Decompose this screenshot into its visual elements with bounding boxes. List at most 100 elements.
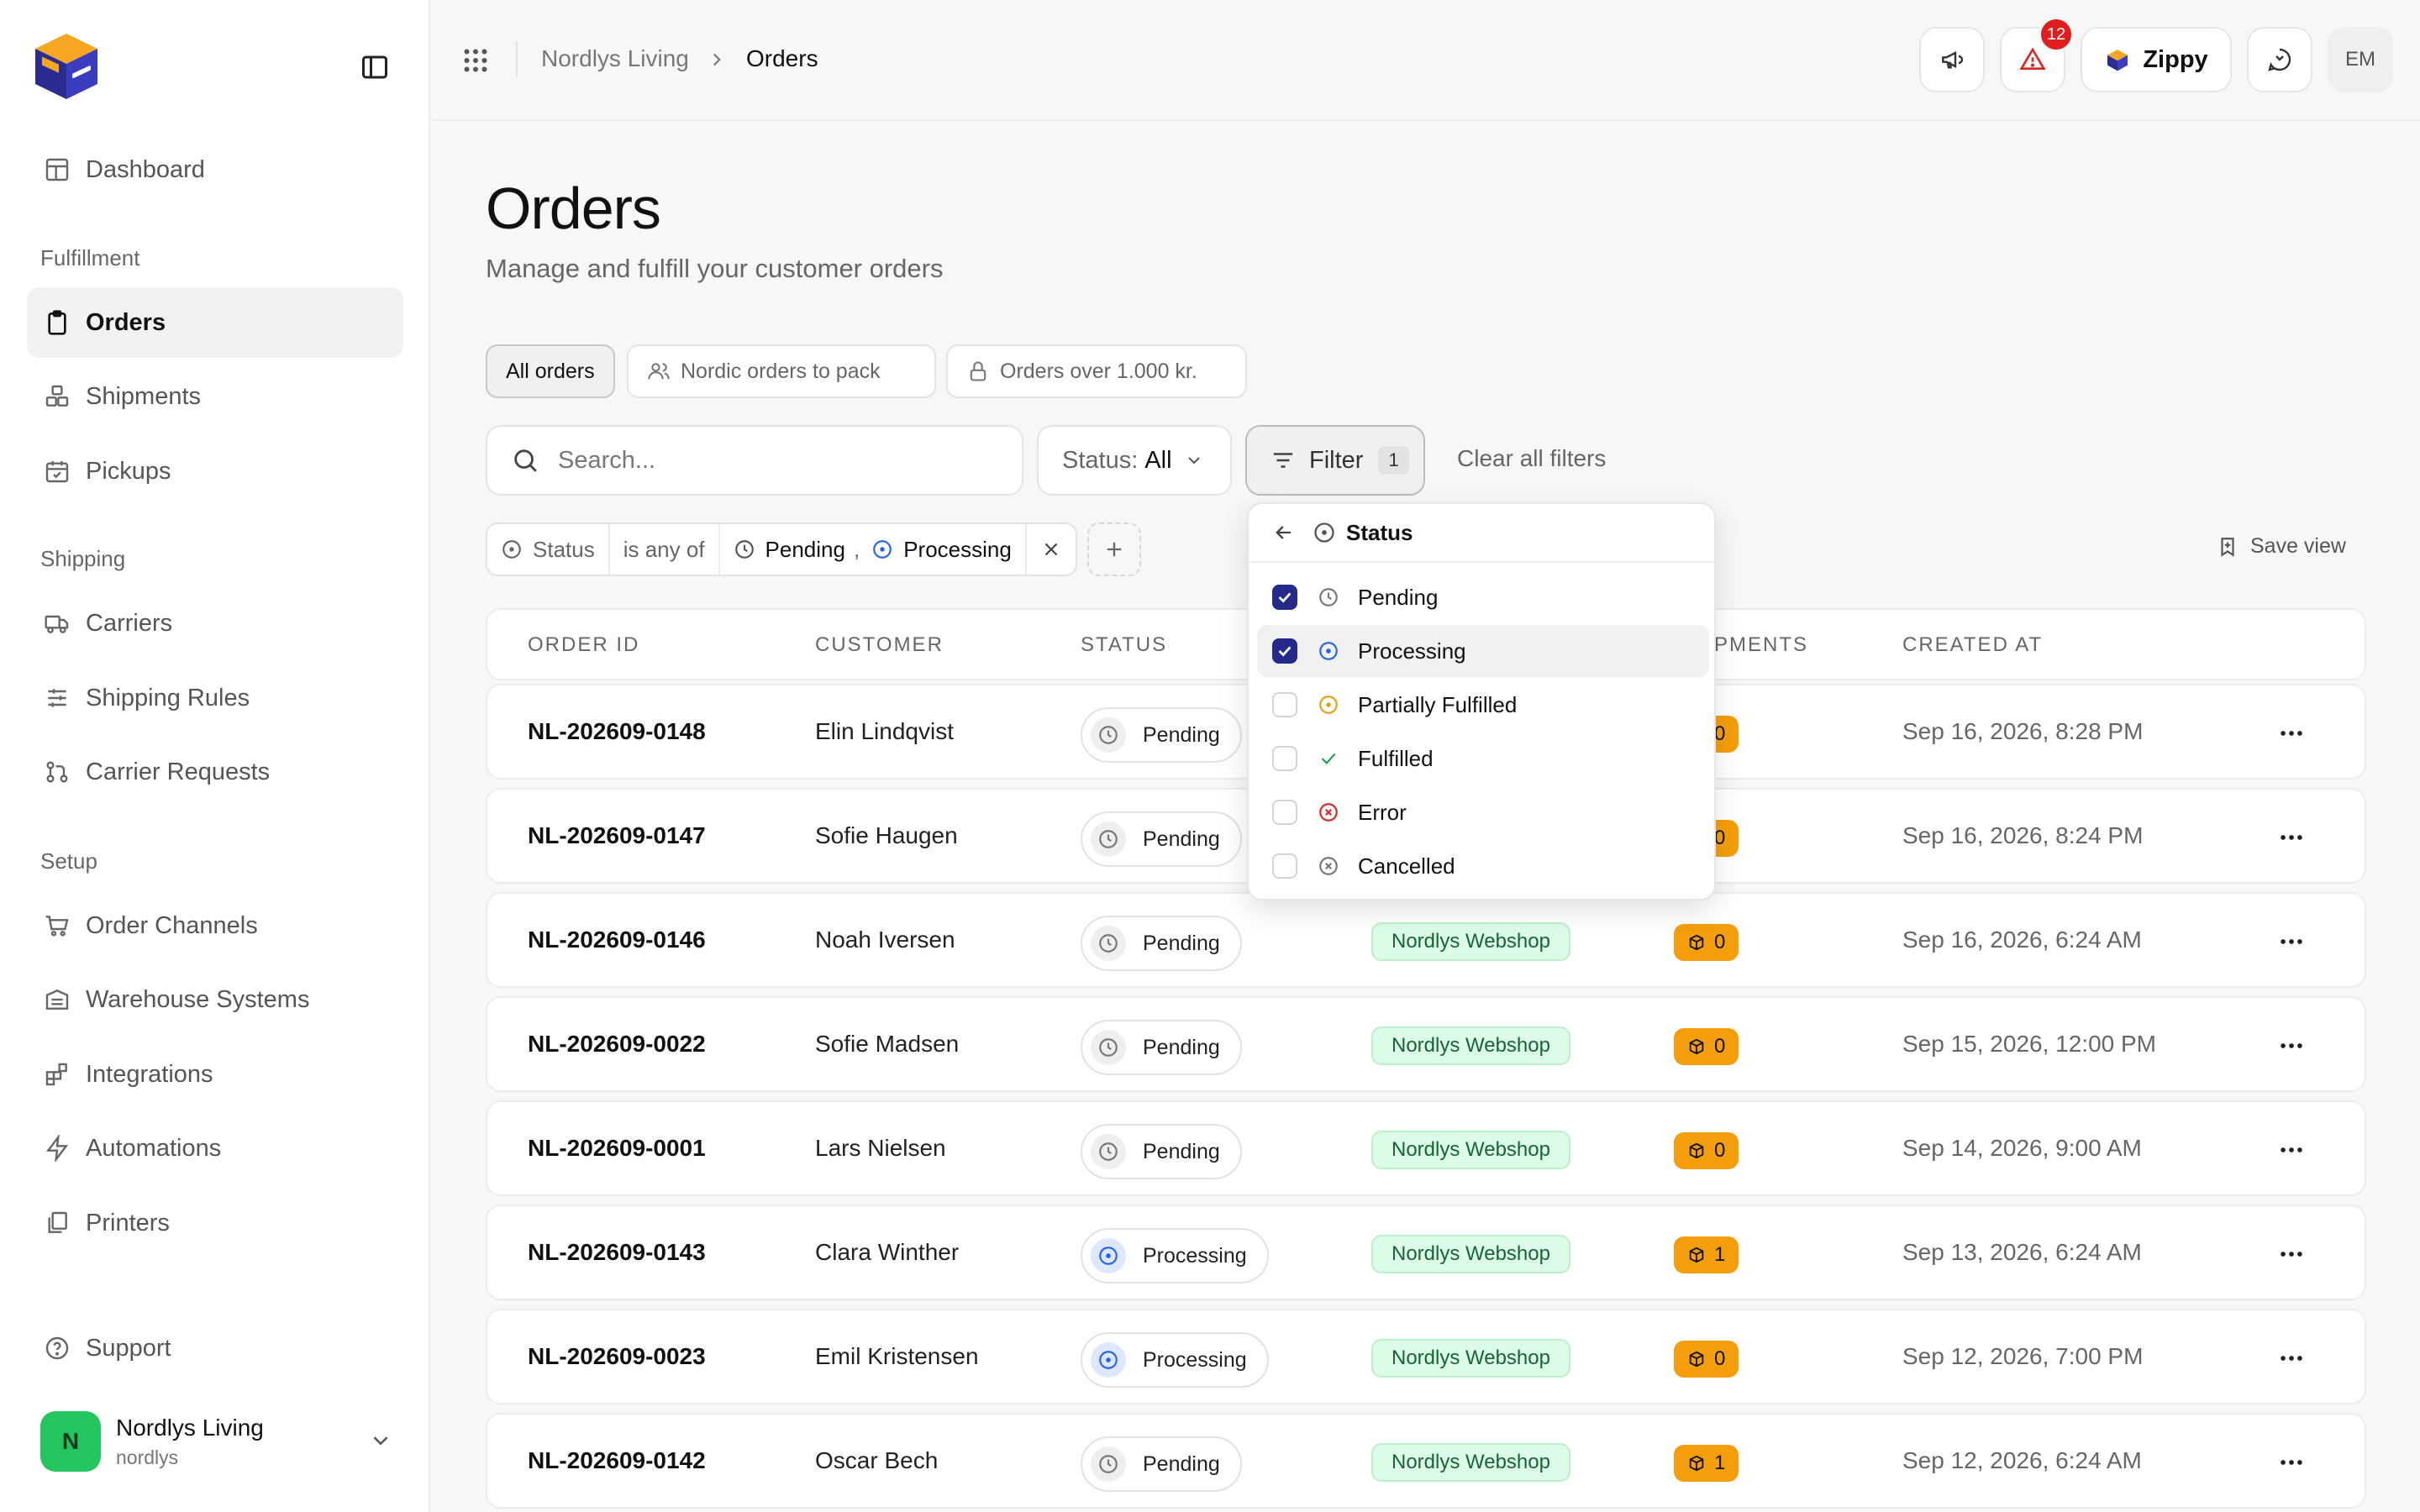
sidebar-item-carriers[interactable]: Carriers: [27, 588, 403, 659]
filter-label: Filter: [1309, 446, 1364, 474]
view-tab-orders-over[interactable]: Orders over 1.000 kr.: [946, 344, 1247, 398]
order-id[interactable]: NL-202609-0143: [528, 1206, 706, 1299]
status-option-partially-fulfilled[interactable]: Partially Fulfilled: [1257, 679, 1709, 731]
package-icon: [1687, 1142, 1706, 1160]
active-filter-chip: Status is any of Pending , Processing: [486, 522, 1077, 576]
apps-grid-icon[interactable]: [460, 45, 491, 76]
sidebar-item-label: Order Channels: [86, 911, 258, 939]
order-id[interactable]: NL-202609-0147: [528, 790, 706, 882]
order-id[interactable]: NL-202609-0022: [528, 998, 706, 1090]
more-options-icon[interactable]: [2277, 1344, 2306, 1373]
shipments-count: 0: [1714, 1347, 1726, 1370]
table-row[interactable]: NL-202609-0142 Oscar Bech Pending Nordly…: [486, 1413, 2366, 1509]
sidebar-item-dashboard[interactable]: Dashboard: [27, 134, 403, 205]
status-option-error[interactable]: Error: [1257, 786, 1709, 838]
table-row[interactable]: NL-202609-0146 Noah Iversen Pending Nord…: [486, 892, 2366, 988]
chat-button[interactable]: [2247, 27, 2312, 92]
save-view-button[interactable]: Save view: [2217, 534, 2346, 559]
view-tab-all-orders[interactable]: All orders: [486, 344, 615, 398]
filter-value-separator: ,: [853, 536, 860, 562]
filter-field[interactable]: Status: [487, 524, 610, 575]
order-id[interactable]: NL-202609-0001: [528, 1102, 706, 1194]
clear-filters-link[interactable]: Clear all filters: [1457, 445, 1606, 472]
view-tab-nordic-orders[interactable]: Nordic orders to pack: [627, 344, 936, 398]
status-badge: Pending: [1081, 916, 1242, 971]
sidebar-item-label: Pickups: [86, 457, 171, 485]
add-filter-button[interactable]: [1087, 522, 1141, 576]
order-id[interactable]: NL-202609-0142: [528, 1415, 706, 1507]
app-logo[interactable]: [29, 29, 104, 104]
more-options-icon[interactable]: [2277, 927, 2306, 956]
status-badge: Processing: [1081, 1228, 1269, 1284]
option-label: Fulfilled: [1358, 745, 1434, 771]
breadcrumb-parent[interactable]: Nordlys Living: [541, 45, 689, 72]
checkbox[interactable]: [1272, 746, 1297, 771]
order-id[interactable]: NL-202609-0146: [528, 894, 706, 986]
sidebar-item-shipments[interactable]: Shipments: [27, 361, 403, 432]
order-id[interactable]: NL-202609-0148: [528, 685, 706, 778]
status-badge: Pending: [1081, 811, 1242, 867]
remove-filter-button[interactable]: [1027, 524, 1076, 575]
sidebar-item-carrier-requests[interactable]: Carrier Requests: [27, 737, 403, 807]
status-option-fulfilled[interactable]: Fulfilled: [1257, 732, 1709, 785]
checkbox[interactable]: [1272, 638, 1297, 664]
status-option-processing[interactable]: Processing: [1257, 625, 1709, 677]
checkbox[interactable]: [1272, 692, 1297, 717]
more-options-icon[interactable]: [2277, 1448, 2306, 1477]
more-options-icon[interactable]: [2277, 823, 2306, 852]
filter-values[interactable]: Pending , Processing: [720, 524, 1027, 575]
table-row[interactable]: NL-202609-0023 Emil Kristensen Processin…: [486, 1309, 2366, 1404]
status-option-pending[interactable]: Pending: [1257, 571, 1709, 623]
search-input[interactable]: [558, 446, 995, 475]
truck-icon: [44, 610, 71, 637]
zippy-assistant-button[interactable]: Zippy: [2081, 27, 2232, 92]
sidebar-item-pickups[interactable]: Pickups: [27, 436, 403, 507]
sidebar-item-orders[interactable]: Orders: [27, 287, 403, 358]
sidebar-item-shipping-rules[interactable]: Shipping Rules: [27, 663, 403, 733]
filter-operator[interactable]: is any of: [610, 524, 720, 575]
search-box[interactable]: [486, 425, 1023, 496]
circle-dot-icon: [1091, 1342, 1126, 1378]
sidebar-toggle-icon[interactable]: [360, 52, 390, 82]
table-row[interactable]: NL-202609-0022 Sofie Madsen Pending Nord…: [486, 996, 2366, 1092]
column-header-shipments[interactable]: PMENTS: [1714, 633, 1808, 657]
order-id[interactable]: NL-202609-0023: [528, 1310, 706, 1403]
x-circle-icon: [1318, 855, 1339, 877]
view-tab-label: Nordic orders to pack: [681, 359, 881, 383]
sidebar-item-printers[interactable]: Printers: [27, 1188, 403, 1258]
column-header-order-id[interactable]: ORDER ID: [528, 633, 639, 657]
clock-icon: [734, 538, 755, 560]
sidebar-item-support[interactable]: Support: [27, 1313, 403, 1383]
more-options-icon[interactable]: [2277, 1240, 2306, 1268]
checkbox[interactable]: [1272, 585, 1297, 610]
table-row[interactable]: NL-202609-0001 Lars Nielsen Pending Nord…: [486, 1100, 2366, 1196]
sidebar-item-order-channels[interactable]: Order Channels: [27, 890, 403, 961]
status-option-cancelled[interactable]: Cancelled: [1257, 840, 1709, 892]
column-header-created-at[interactable]: CREATED AT: [1902, 633, 2043, 657]
sidebar-item-label: Automations: [86, 1134, 222, 1162]
checkbox[interactable]: [1272, 853, 1297, 879]
status-select[interactable]: Status: All: [1037, 425, 1232, 496]
sidebar-item-automations[interactable]: Automations: [27, 1113, 403, 1184]
table-row[interactable]: NL-202609-0143 Clara Winther Processing …: [486, 1205, 2366, 1300]
column-header-customer[interactable]: CUSTOMER: [815, 633, 944, 657]
filter-button[interactable]: Filter 1: [1245, 425, 1425, 496]
column-header-status[interactable]: STATUS: [1081, 633, 1167, 657]
more-options-icon[interactable]: [2277, 1136, 2306, 1164]
account-switcher[interactable]: N Nordlys Living nordlys: [40, 1410, 393, 1473]
more-options-icon[interactable]: [2277, 719, 2306, 748]
sidebar-item-warehouse-systems[interactable]: Warehouse Systems: [27, 964, 403, 1035]
announcements-button[interactable]: [1919, 27, 1985, 92]
channel-badge: Nordlys Webshop: [1371, 1235, 1570, 1273]
sidebar-item-label: Carrier Requests: [86, 758, 271, 785]
sidebar-item-label: Carriers: [86, 609, 173, 637]
shipments-badge: 0: [1674, 924, 1739, 961]
alerts-count-badge: 12: [2039, 17, 2074, 52]
boxes-icon: [44, 383, 71, 410]
user-avatar[interactable]: EM: [2328, 27, 2393, 92]
arrow-left-icon[interactable]: [1272, 521, 1296, 544]
more-options-icon[interactable]: [2277, 1032, 2306, 1060]
alerts-button[interactable]: 12: [2000, 17, 2074, 92]
checkbox[interactable]: [1272, 800, 1297, 825]
sidebar-item-integrations[interactable]: Integrations: [27, 1039, 403, 1110]
